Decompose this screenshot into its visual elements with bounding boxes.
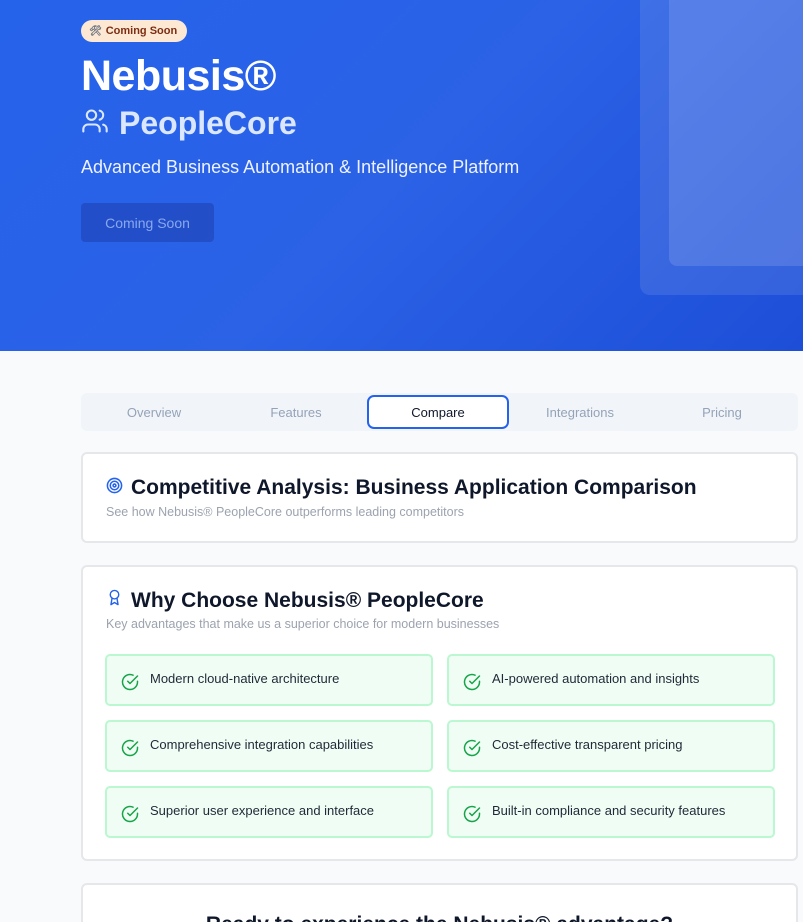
advantage-label: AI-powered automation and insights [492, 670, 700, 686]
check-circle-icon [463, 673, 481, 691]
badge-label: Coming Soon [105, 25, 178, 37]
coming-soon-button[interactable]: Coming Soon [81, 203, 214, 242]
tab-pricing[interactable]: Pricing [651, 395, 793, 429]
advantage-item: Built-in compliance and security feature… [447, 786, 775, 838]
competitive-analysis-heading: Competitive Analysis: Business Applicati… [106, 476, 697, 500]
advantage-item: Superior user experience and interface [105, 786, 433, 838]
advantage-label: Built-in compliance and security feature… [492, 802, 726, 818]
advantage-item: AI-powered automation and insights [447, 654, 775, 706]
why-choose-heading: Why Choose Nebusis® PeopleCore [106, 588, 484, 613]
hero-tagline: Advanced Business Automation & Intellige… [81, 157, 520, 177]
cta-title: Ready to experience the Nebusis® advanta… [83, 913, 796, 922]
hero-decorative-panel-inner [669, 0, 803, 266]
product-name: PeopleCore [119, 105, 297, 141]
advantage-label: Superior user experience and interface [150, 802, 375, 818]
why-choose-card: Why Choose Nebusis® PeopleCore Key advan… [81, 565, 798, 861]
award-icon [106, 588, 123, 613]
product-heading: PeopleCore [81, 105, 297, 142]
why-choose-title: Why Choose Nebusis® PeopleCore [131, 588, 484, 612]
hero-section: 🛠 Coming Soon Nebusis® PeopleCore Advanc… [0, 0, 803, 351]
advantage-label: Comprehensive integration capabilities [150, 736, 374, 752]
advantage-item: Comprehensive integration capabilities [105, 720, 433, 772]
check-circle-icon [121, 673, 139, 691]
tab-integrations[interactable]: Integrations [509, 395, 651, 429]
competitive-analysis-subtitle: See how Nebusis® PeopleCore outperforms … [106, 505, 465, 519]
check-circle-icon [463, 739, 481, 757]
advantage-label: Cost-effective transparent pricing [492, 736, 683, 752]
hammer-wrench-icon: 🛠 [89, 25, 102, 37]
why-choose-subtitle: Key advantages that make us a superior c… [106, 617, 500, 631]
cta-card: Ready to experience the Nebusis® advanta… [81, 883, 798, 922]
competitive-analysis-title: Competitive Analysis: Business Applicati… [131, 476, 697, 499]
check-circle-icon [463, 805, 481, 823]
tab-compare[interactable]: Compare [367, 395, 509, 429]
advantage-item: Cost-effective transparent pricing [447, 720, 775, 772]
advantage-item: Modern cloud-native architecture [105, 654, 433, 706]
check-circle-icon [121, 739, 139, 757]
advantage-label: Modern cloud-native architecture [150, 670, 340, 686]
competitive-analysis-card: Competitive Analysis: Business Applicati… [81, 452, 798, 543]
check-circle-icon [121, 805, 139, 823]
tab-overview[interactable]: Overview [83, 395, 225, 429]
brand-title: Nebusis® [81, 52, 276, 100]
section-tabs: Overview Features Compare Integrations P… [81, 393, 798, 431]
coming-soon-badge: 🛠 Coming Soon [81, 20, 188, 42]
tab-features[interactable]: Features [225, 395, 367, 429]
target-icon [106, 476, 123, 500]
users-icon [81, 107, 109, 140]
